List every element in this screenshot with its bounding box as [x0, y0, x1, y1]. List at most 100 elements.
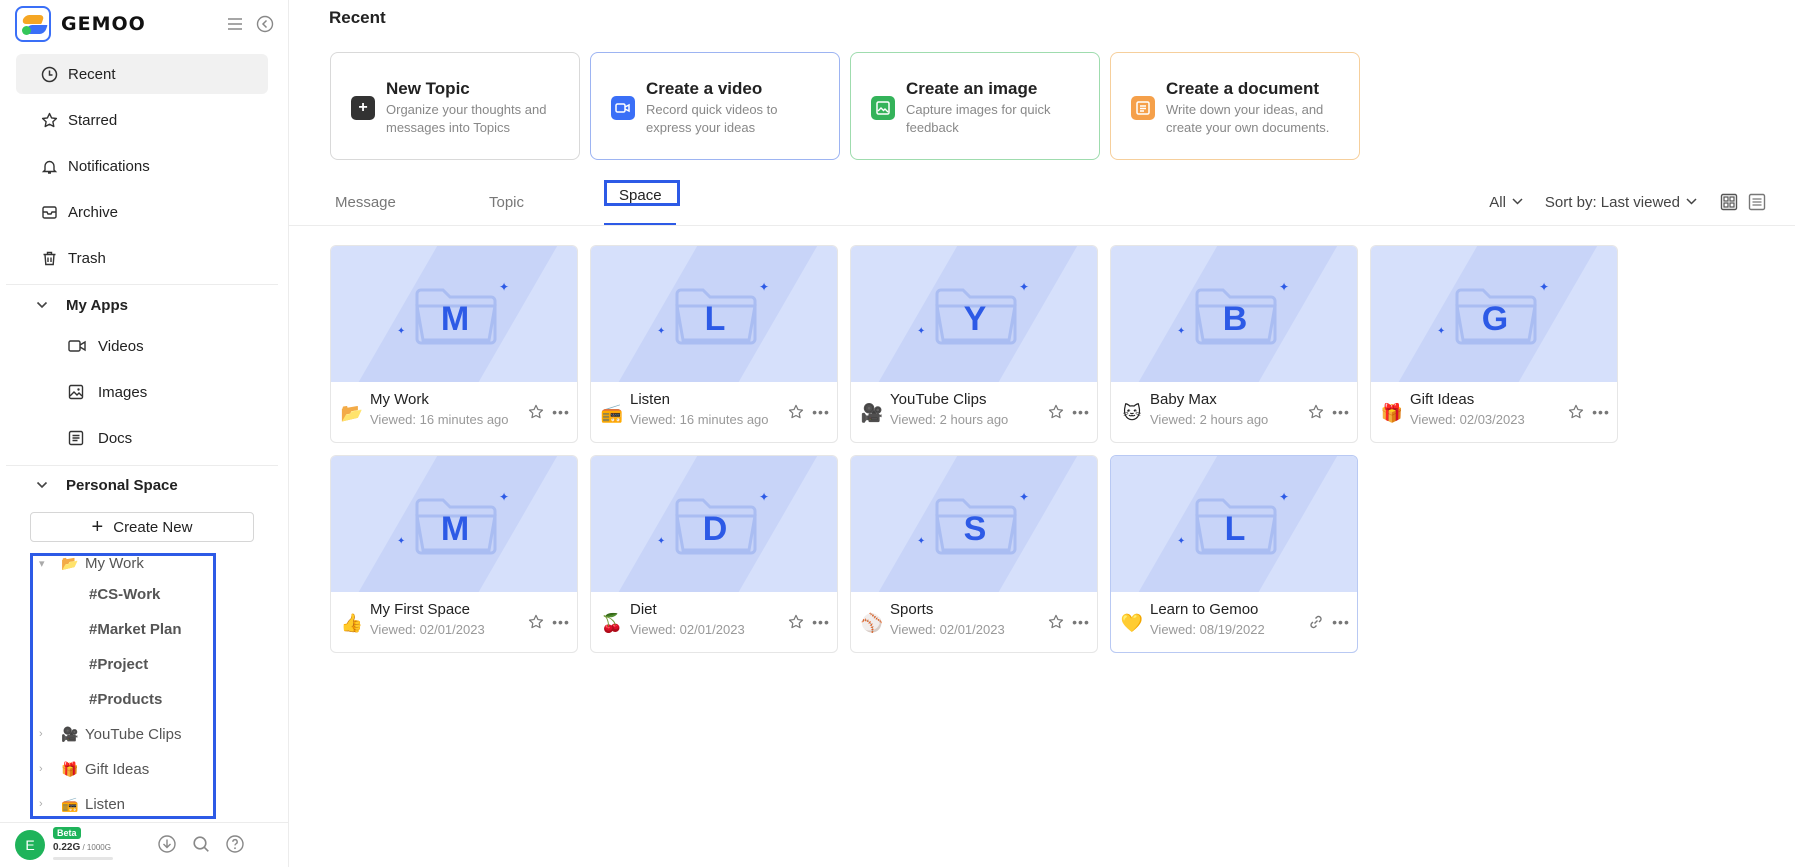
- more-options-icon[interactable]: •••: [1331, 403, 1351, 421]
- sparkle-icon: ✦: [499, 490, 510, 504]
- sparkle-icon: ✦: [657, 326, 666, 337]
- sparkle-icon: ✦: [397, 326, 406, 337]
- tab-topic[interactable]: Topic: [489, 178, 524, 226]
- nav-starred[interactable]: Starred: [16, 100, 268, 140]
- list-view-icon[interactable]: [1747, 192, 1767, 212]
- app-root: GEMOO Recent Starred Notifications Archi…: [0, 0, 1795, 867]
- personal-space-toggle[interactable]: Personal Space: [36, 470, 178, 500]
- create-video-card[interactable]: Create a video Record quick videos to ex…: [590, 52, 840, 160]
- space-initial: L: [704, 300, 726, 338]
- grid-view-icon[interactable]: [1719, 192, 1739, 212]
- collapse-sidebar-icon[interactable]: [255, 14, 275, 34]
- tree-item-my-work[interactable]: ▾ 📂 My Work: [33, 554, 144, 576]
- space-card[interactable]: G ✦ ✦ 🎁 Gift Ideas Viewed: 02/03/2023 •••: [1370, 245, 1618, 443]
- star-icon[interactable]: [1567, 403, 1585, 421]
- hearts-icon: 💛: [1120, 612, 1144, 633]
- sidebar-item-images[interactable]: Images: [68, 377, 147, 407]
- menu-icon[interactable]: [225, 14, 245, 34]
- help-icon[interactable]: [225, 834, 245, 854]
- space-thumbnail: M ✦ ✦: [331, 246, 577, 382]
- sparkle-icon: ✦: [759, 280, 770, 294]
- tree-item-youtube-clips[interactable]: › 🎥 YouTube Clips: [33, 721, 181, 747]
- my-apps-toggle[interactable]: My Apps: [36, 290, 128, 320]
- tree-topic-label: #Project: [89, 655, 149, 673]
- tab-message[interactable]: Message: [335, 178, 396, 226]
- tab-space[interactable]: Space: [619, 180, 662, 210]
- space-initial: B: [1222, 300, 1248, 338]
- sort-dropdown[interactable]: Sort by: Last viewed: [1545, 194, 1697, 211]
- sparkle-icon: ✦: [1437, 326, 1446, 337]
- link-icon[interactable]: [1307, 613, 1325, 631]
- create-new-label: Create New: [113, 518, 193, 536]
- star-icon[interactable]: [787, 613, 805, 631]
- create-document-card[interactable]: Create a document Write down your ideas,…: [1110, 52, 1360, 160]
- space-card[interactable]: M ✦ ✦ 📂 My Work Viewed: 16 minutes ago •••: [330, 245, 578, 443]
- tree-item-label: YouTube Clips: [85, 725, 182, 743]
- card-description: Record quick videos to express your idea…: [646, 102, 778, 135]
- space-name: YouTube Clips: [890, 391, 987, 408]
- tree-item-label: Listen: [85, 795, 126, 813]
- chevron-down-icon: [1512, 196, 1523, 208]
- more-options-icon[interactable]: •••: [1331, 613, 1351, 631]
- tree-topic-market-plan[interactable]: #Market Plan: [89, 616, 182, 642]
- sidebar-item-videos[interactable]: Videos: [68, 331, 144, 361]
- space-thumbnail: D ✦ ✦: [591, 456, 837, 592]
- tree-topic-products[interactable]: #Products: [89, 686, 162, 712]
- avatar[interactable]: E: [15, 830, 45, 860]
- card-description: Capture images for quick feedback: [906, 102, 1051, 135]
- sidebar-item-docs[interactable]: Docs: [68, 423, 132, 453]
- nav-notifications[interactable]: Notifications: [16, 146, 268, 186]
- more-options-icon[interactable]: •••: [811, 613, 831, 631]
- nav-recent[interactable]: Recent: [16, 54, 268, 94]
- more-options-icon[interactable]: •••: [551, 403, 571, 421]
- tree-topic-project[interactable]: #Project: [89, 651, 148, 677]
- space-name: Diet: [630, 601, 657, 618]
- space-initial: Y: [963, 300, 987, 338]
- tree-item-listen[interactable]: › 📻 Listen: [33, 791, 126, 816]
- space-card[interactable]: L ✦ ✦ 📻 Listen Viewed: 16 minutes ago •••: [590, 245, 838, 443]
- star-icon[interactable]: [787, 403, 805, 421]
- star-icon[interactable]: [527, 613, 545, 631]
- sparkle-icon: ✦: [1279, 490, 1290, 504]
- create-image-card[interactable]: Create an image Capture images for quick…: [850, 52, 1100, 160]
- more-options-icon[interactable]: •••: [811, 403, 831, 421]
- more-options-icon[interactable]: •••: [1591, 403, 1611, 421]
- download-icon[interactable]: [157, 834, 177, 854]
- space-card[interactable]: Y ✦ ✦ 🎥 YouTube Clips Viewed: 2 hours ago •••: [850, 245, 1098, 443]
- sidebar-footer: E Beta 0.22G / 1000G: [0, 826, 289, 867]
- filter-all-dropdown[interactable]: All: [1489, 194, 1523, 211]
- space-initial: S: [963, 510, 987, 548]
- more-options-icon[interactable]: •••: [1071, 403, 1091, 421]
- page-title: Recent: [329, 8, 386, 27]
- chevron-right-icon: ›: [39, 798, 43, 810]
- nav-recent-label: Recent: [68, 65, 116, 83]
- content-tabs: Message Topic Space All Sort by: Last vi…: [289, 178, 1795, 226]
- space-card[interactable]: D ✦ ✦ 🍒 Diet Viewed: 02/01/2023 •••: [590, 455, 838, 653]
- space-card[interactable]: M ✦ ✦ 👍 My First Space Viewed: 02/01/2023 •••: [330, 455, 578, 653]
- more-options-icon[interactable]: •••: [551, 613, 571, 631]
- tree-topic-cs-work[interactable]: #CS-Work: [89, 581, 160, 607]
- star-icon[interactable]: [1047, 613, 1065, 631]
- create-new-button[interactable]: + Create New: [30, 512, 254, 542]
- space-name: Gift Ideas: [1410, 391, 1475, 408]
- more-options-icon[interactable]: •••: [1071, 613, 1091, 631]
- tree-item-gift-ideas[interactable]: › 🎁 Gift Ideas: [33, 756, 149, 782]
- star-icon[interactable]: [1047, 403, 1065, 421]
- radio-icon: 📻: [600, 402, 624, 423]
- tree-item-label: My Work: [85, 554, 144, 572]
- new-topic-card[interactable]: + New Topic Organize your thoughts and m…: [330, 52, 580, 160]
- star-icon[interactable]: [527, 403, 545, 421]
- search-icon[interactable]: [191, 834, 211, 854]
- tree-topic-label: #Market Plan: [89, 620, 182, 638]
- nav-archive[interactable]: Archive: [16, 192, 268, 232]
- space-card[interactable]: B ✦ ✦ 🐱 Baby Max Viewed: 2 hours ago •••: [1110, 245, 1358, 443]
- space-card[interactable]: S ✦ ✦ ⚾ Sports Viewed: 02/01/2023 •••: [850, 455, 1098, 653]
- space-name: Sports: [890, 601, 934, 618]
- space-tree: ▾ 📂 My Work #CS-Work #Market Plan #Proje…: [30, 553, 216, 819]
- thumbs-up-icon: 👍: [340, 612, 364, 633]
- nav-trash[interactable]: Trash: [16, 238, 268, 278]
- star-icon[interactable]: [1307, 403, 1325, 421]
- space-thumbnail: G ✦ ✦: [1371, 246, 1617, 382]
- sparkle-icon: ✦: [1019, 490, 1030, 504]
- space-card[interactable]: L ✦ ✦ 💛 Learn to Gemoo Viewed: 08/19/2022 •••: [1110, 455, 1358, 653]
